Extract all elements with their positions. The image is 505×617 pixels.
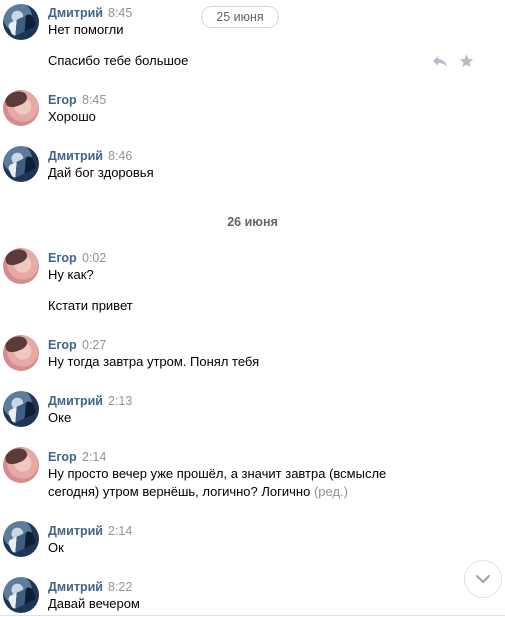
message-author[interactable]: Дмитрий: [48, 6, 103, 20]
date-separator: 26 июня: [227, 215, 278, 229]
message-text: Ну как?: [48, 267, 94, 282]
message-author[interactable]: Егор: [48, 251, 77, 265]
message-time[interactable]: 0:02: [82, 251, 106, 265]
avatar-dmitry[interactable]: [3, 577, 39, 613]
message-time[interactable]: 2:14: [82, 450, 106, 464]
star-icon[interactable]: [459, 54, 474, 72]
divider: [0, 615, 505, 616]
message-text: Оке: [48, 410, 72, 425]
avatar-dmitry[interactable]: [3, 4, 39, 40]
message-time[interactable]: 8:22: [108, 580, 132, 594]
message-time[interactable]: 8:45: [108, 6, 132, 20]
message-text: Хорошо: [48, 109, 96, 124]
message-text: Давай вечером: [48, 596, 140, 611]
message-time[interactable]: 8:45: [82, 93, 106, 107]
message-text: Спасибо тебе большое: [48, 53, 189, 68]
message-author[interactable]: Егор: [48, 450, 77, 464]
avatar-egor[interactable]: [3, 335, 39, 371]
message-author[interactable]: Дмитрий: [48, 149, 103, 163]
message-text: Кстати привет: [48, 298, 133, 313]
avatar-dmitry[interactable]: [3, 391, 39, 427]
edited-marker[interactable]: (ред.): [314, 484, 348, 499]
message-time[interactable]: 2:14: [108, 524, 132, 538]
reply-icon[interactable]: [432, 54, 448, 72]
message-text: Нет помогли: [48, 22, 124, 37]
chevron-down-icon: [475, 572, 491, 587]
avatar-egor[interactable]: [3, 447, 39, 483]
date-pill: 25 июня: [201, 6, 279, 28]
avatar-dmitry[interactable]: [3, 521, 39, 557]
message-text: Ну просто вечер уже прошёл, а значит зав…: [48, 466, 387, 481]
avatar-dmitry[interactable]: [3, 146, 39, 182]
message-author[interactable]: Дмитрий: [48, 394, 103, 408]
message-text-line: сегодня) утром вернёшь, логично? Логично: [48, 484, 311, 499]
avatar-egor[interactable]: [3, 248, 39, 284]
message-text: Ну тогда завтра утром. Понял тебя: [48, 354, 260, 369]
message-text: Дай бог здоровья: [48, 165, 154, 180]
avatar-egor[interactable]: [3, 90, 39, 126]
message-time[interactable]: 8:46: [108, 149, 132, 163]
message-author[interactable]: Егор: [48, 338, 77, 352]
scroll-down-button[interactable]: [464, 560, 502, 598]
message-author[interactable]: Дмитрий: [48, 580, 103, 594]
message-text: сегодня) утром вернёшь, логично? Логично…: [48, 483, 348, 501]
message-time[interactable]: 0:27: [82, 338, 106, 352]
message-author[interactable]: Егор: [48, 93, 77, 107]
message-author[interactable]: Дмитрий: [48, 524, 103, 538]
message-time[interactable]: 2:13: [108, 394, 132, 408]
message-text: Ок: [48, 540, 64, 555]
